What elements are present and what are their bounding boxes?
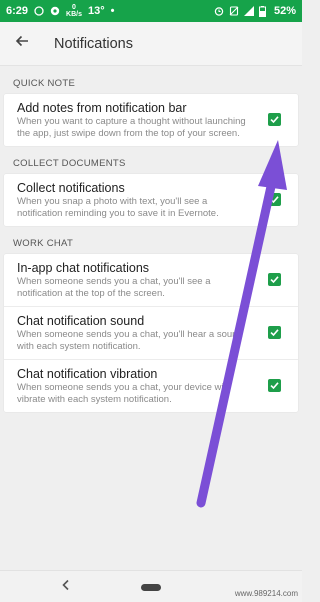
arrow-left-icon bbox=[14, 33, 30, 54]
system-nav-bar: www.989214.com bbox=[0, 570, 302, 602]
setting-title: In-app chat notifications bbox=[17, 261, 150, 275]
status-bar: 6:29 0 KB/s 13° • 52% bbox=[0, 0, 302, 22]
app-bar: Notifications bbox=[0, 22, 302, 66]
setting-row-add-notes[interactable]: Add notes from notification bar When you… bbox=[4, 94, 298, 146]
setting-title: Chat notification sound bbox=[17, 314, 145, 328]
chrome-icon bbox=[50, 6, 60, 16]
settings-list: QUICK NOTE Add notes from notification b… bbox=[0, 66, 302, 412]
setting-title: Add notes from notification bar bbox=[17, 101, 187, 115]
battery-icon bbox=[258, 6, 269, 17]
checkmark-icon bbox=[270, 191, 279, 209]
dots-icon: • bbox=[110, 5, 115, 17]
chevron-left-icon bbox=[61, 578, 71, 596]
checkmark-icon bbox=[270, 271, 279, 289]
card-work-chat: In-app chat notifications When someone s… bbox=[4, 254, 298, 412]
section-header-collect-documents: COLLECT DOCUMENTS bbox=[13, 158, 126, 169]
nav-home-pill[interactable] bbox=[141, 584, 161, 591]
alarm-icon bbox=[214, 6, 224, 16]
no-sim-icon bbox=[229, 6, 239, 16]
signal-icon bbox=[243, 6, 254, 16]
card-quick-note: Add notes from notification bar When you… bbox=[4, 94, 298, 146]
setting-description: When you snap a photo with text, you'll … bbox=[17, 196, 219, 219]
status-temperature: 13° bbox=[87, 5, 105, 17]
network-speed: 0 KB/s bbox=[66, 4, 82, 18]
whatsapp-icon bbox=[34, 6, 44, 16]
setting-row-collect-notifications[interactable]: Collect notifications When you snap a ph… bbox=[4, 174, 298, 226]
setting-description: When someone sends you a chat, you'll se… bbox=[17, 276, 211, 299]
page-title: Notifications bbox=[54, 35, 133, 52]
setting-title: Chat notification vibration bbox=[17, 367, 158, 381]
card-collect-documents: Collect notifications When you snap a ph… bbox=[4, 174, 298, 226]
back-button[interactable] bbox=[10, 32, 34, 56]
setting-row-chat-vibration[interactable]: Chat notification vibration When someone… bbox=[4, 360, 298, 412]
section-header-quick-note: QUICK NOTE bbox=[13, 78, 76, 89]
add-notes-checkbox[interactable] bbox=[268, 113, 281, 126]
setting-title: Collect notifications bbox=[17, 181, 125, 195]
setting-description: When someone sends you a chat, you'll he… bbox=[17, 329, 243, 352]
setting-row-chat-sound[interactable]: Chat notification sound When someone sen… bbox=[4, 307, 298, 360]
battery-level: 52% bbox=[273, 5, 296, 17]
checkmark-icon bbox=[270, 377, 279, 395]
chat-vibration-checkbox[interactable] bbox=[268, 379, 281, 392]
section-header-work-chat: WORK CHAT bbox=[13, 238, 74, 249]
collect-notifications-checkbox[interactable] bbox=[268, 193, 281, 206]
status-time: 6:29 bbox=[6, 5, 29, 17]
setting-row-in-app-chat[interactable]: In-app chat notifications When someone s… bbox=[4, 254, 298, 307]
chat-sound-checkbox[interactable] bbox=[268, 326, 281, 339]
watermark: www.989214.com bbox=[234, 589, 298, 598]
in-app-chat-checkbox[interactable] bbox=[268, 273, 281, 286]
setting-description: When you want to capture a thought witho… bbox=[17, 116, 246, 139]
checkmark-icon bbox=[270, 111, 279, 129]
setting-description: When someone sends you a chat, your devi… bbox=[17, 382, 228, 405]
nav-back-button[interactable] bbox=[58, 579, 74, 595]
checkmark-icon bbox=[270, 324, 279, 342]
